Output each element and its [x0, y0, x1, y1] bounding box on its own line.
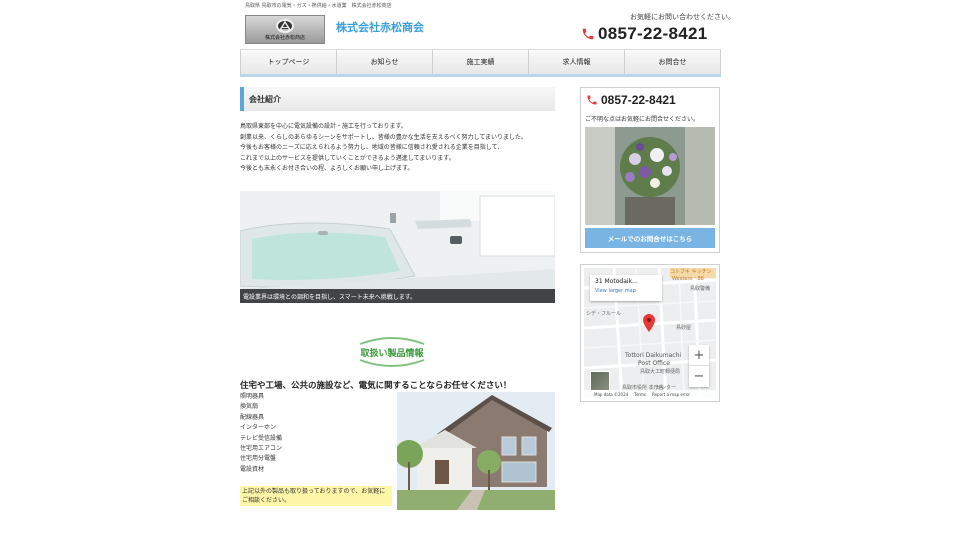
section-title: 会社紹介 — [240, 87, 555, 111]
header-phone-number: 0857-22-8421 — [598, 24, 708, 43]
products-badge-label: 取扱い製品情報 — [360, 348, 424, 359]
map-data-credit: Map data ©2024 — [594, 391, 629, 397]
list-item: 住宅用エアコン — [240, 445, 283, 453]
map-label: 鳥取警備 — [690, 286, 711, 292]
map-label: Tottori Daikumachi — [625, 352, 682, 359]
sidebar-phone[interactable]: 0857-22-8421 — [586, 93, 676, 107]
site-tagline: 鳥取県 鳥取市の電気・ガス・熱供給・水道業 株式会社赤松商店 — [245, 3, 392, 9]
company-intro: 鳥取県東部を中心に電気設備の設計・施工を行っております。 創業以来、くらしのあら… — [240, 122, 560, 175]
house-image — [397, 392, 555, 510]
map-label: シデ・フルール — [586, 311, 622, 317]
map-terms-link[interactable]: Terms — [634, 392, 646, 397]
intro-line: 今後とも末永くお付き合いの程、よろしくお願い申し上げます。 — [240, 165, 414, 172]
list-item: 配線器具 — [240, 413, 265, 421]
header-phone[interactable]: 0857-22-8421 — [581, 24, 707, 44]
list-item: 照明器具 — [240, 393, 265, 400]
contact-note: お気軽にお問い合わせください。 — [630, 13, 735, 21]
map-label: 鳥取大工町郵便局 — [640, 369, 681, 375]
product-list: 照明器具 換気扇 配線器具 インターホン テレビ受信設備 住宅用エアコン 住宅用… — [240, 392, 282, 475]
logo-emblem-icon — [276, 18, 294, 33]
satellite-toggle[interactable] — [590, 371, 610, 391]
map-footer: Map data ©2024 Terms Report a map error — [584, 390, 716, 398]
phone-icon — [587, 95, 597, 105]
logo-text: 株式会社赤松商店 — [264, 34, 305, 41]
sidebar-note: ご不明な点はお気軽にお問合せください。 — [585, 116, 700, 123]
map-pin-icon[interactable] — [643, 314, 655, 332]
intro-line: 鳥取県東部を中心に電気設備の設計・施工を行っております。 — [240, 123, 407, 130]
map-zoom-control: + − — [689, 345, 709, 387]
nav-item-news[interactable]: お知らせ — [337, 50, 433, 74]
company-logo[interactable]: 株式会社赤松商店 — [245, 15, 325, 44]
map-label: 鳥砂屋 — [676, 325, 692, 331]
map-report-link[interactable]: Report a map error — [652, 392, 690, 397]
global-nav: トップページ お知らせ 施工実績 求人情報 お問合せ — [240, 49, 721, 77]
map-label: コトブキ キッチン — [670, 269, 712, 275]
company-name[interactable]: 株式会社赤松商会 — [336, 19, 424, 35]
products-title: 住宅や工場、公共の施設など、電気に関することならお任せください！ — [240, 381, 512, 391]
map-info-card: 31 Motodaik... View larger map — [590, 275, 662, 301]
bathroom-illustration — [240, 191, 555, 303]
products-note: 上記以外の製品も取り扱っておりますので、お気軽にご相談ください。 — [240, 486, 392, 506]
flower-illustration — [585, 127, 715, 225]
view-larger-map-link[interactable]: View larger map — [595, 288, 657, 294]
zoom-in-button[interactable]: + — [689, 345, 709, 366]
map-label: Post Office — [638, 360, 670, 367]
intro-line: 創業以来、くらしのあらゆるシーンをサポートし、皆様の豊かな生活を支えるべく努力し… — [240, 133, 528, 141]
bathroom-caption: 電設業界は環境との調和を目指し、スマート未来へ挑戦します。 — [240, 289, 555, 303]
list-item: 換気扇 — [240, 403, 259, 411]
nav-item-works[interactable]: 施工実績 — [433, 50, 529, 74]
list-item: テレビ受信設備 — [240, 434, 283, 442]
intro-line: 今後もお客様のニーズに応えられるよう努力し、地域の皆様に信頼され愛される企業を目… — [240, 144, 504, 151]
map-address: 31 Motodaik... — [595, 278, 638, 285]
products-badge[interactable]: 取扱い製品情報 — [352, 334, 432, 370]
zoom-out-button[interactable]: − — [689, 366, 709, 387]
sidebar-phone-number: 0857-22-8421 — [601, 93, 676, 107]
list-item: 電設資材 — [240, 465, 265, 473]
nav-item-recruit[interactable]: 求人情報 — [529, 50, 625, 74]
flower-shop-image — [585, 127, 715, 225]
mail-contact-button[interactable]: メールでのお問合せはこちら — [585, 228, 715, 248]
list-item: インターホン — [240, 424, 277, 432]
list-item: 住宅用分電盤 — [240, 455, 277, 463]
nav-item-contact[interactable]: お問合せ — [625, 50, 721, 74]
intro-line: これまで以上のサービスを提供していくことができるよう邁進してまいります。 — [240, 154, 455, 162]
nav-item-top[interactable]: トップページ — [240, 50, 337, 74]
map-label: Western・88 — [672, 276, 704, 282]
phone-icon — [582, 28, 594, 40]
bathroom-image: 電設業界は環境との調和を目指し、スマート未来へ挑戦します。 — [240, 191, 555, 303]
house-illustration — [397, 392, 555, 510]
